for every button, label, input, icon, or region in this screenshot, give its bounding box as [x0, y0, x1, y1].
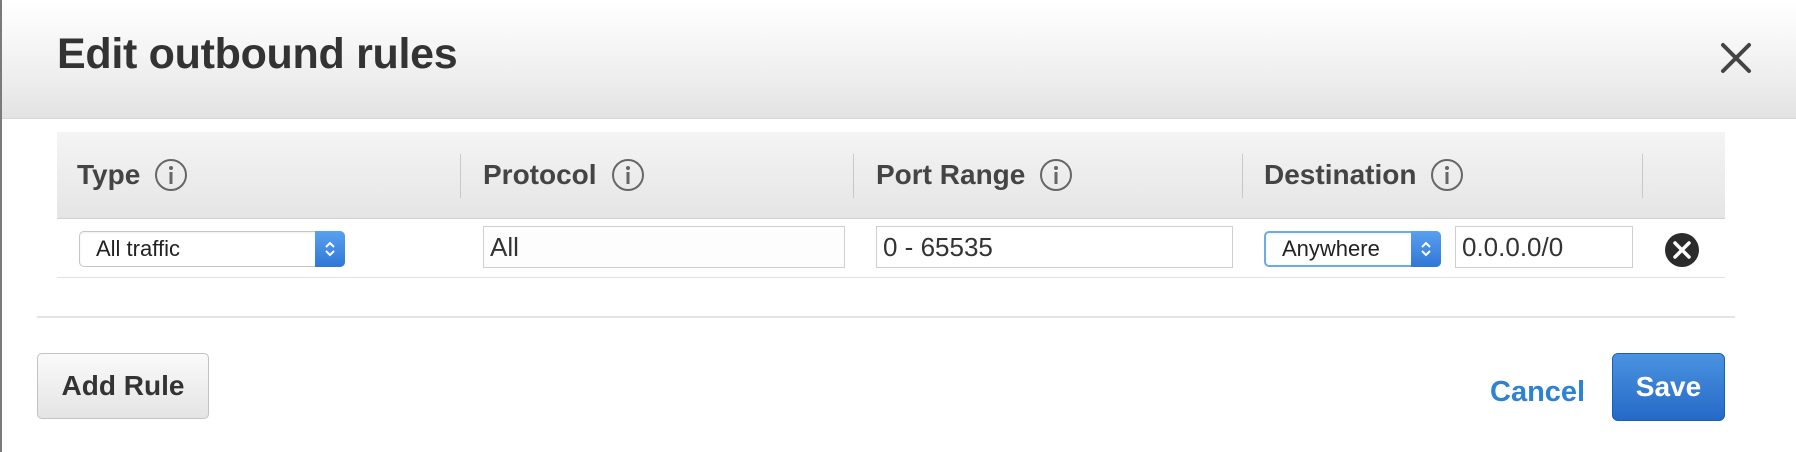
column-separator [1242, 154, 1243, 198]
info-icon[interactable] [611, 158, 645, 192]
destination-type-value: Anywhere [1282, 236, 1380, 261]
column-separator [1642, 154, 1643, 198]
column-header-port-range: Port Range [876, 132, 1073, 218]
column-separator [460, 154, 461, 198]
destination-cidr-field[interactable]: 0.0.0.0/0 [1455, 226, 1633, 268]
remove-circle-icon[interactable] [1664, 232, 1700, 268]
column-label: Type [77, 159, 141, 190]
column-separator [853, 154, 854, 198]
dialog-title: Edit outbound rules [57, 30, 458, 78]
select-arrows-icon[interactable] [315, 231, 345, 267]
cancel-button[interactable]: Cancel [1490, 376, 1585, 409]
close-icon[interactable] [1716, 38, 1756, 78]
table-row: All traffic All 0 - 65535 Anywhere 0.0.0… [57, 219, 1725, 278]
type-select-value: All traffic [96, 236, 180, 261]
edit-outbound-rules-dialog: Edit outbound rules Type Protocol Port R… [0, 0, 1796, 452]
column-label: Destination [1264, 159, 1417, 190]
column-header-destination: Destination [1264, 132, 1464, 218]
type-select[interactable]: All traffic [79, 231, 345, 267]
select-arrows-icon[interactable] [1411, 231, 1441, 267]
save-button[interactable]: Save [1612, 353, 1725, 421]
dialog-header: Edit outbound rules [2, 0, 1796, 119]
add-rule-button[interactable]: Add Rule [37, 353, 209, 419]
info-icon[interactable] [1039, 158, 1073, 192]
column-label: Protocol [483, 159, 597, 190]
rules-table-header: Type Protocol Port Range Destination [57, 132, 1725, 219]
column-label: Port Range [876, 159, 1026, 190]
column-header-type: Type [77, 132, 188, 218]
protocol-field[interactable]: All [483, 226, 845, 268]
destination-type-select[interactable]: Anywhere [1264, 231, 1441, 267]
info-icon[interactable] [1430, 158, 1464, 192]
info-icon[interactable] [154, 158, 188, 192]
port-range-field[interactable]: 0 - 65535 [876, 226, 1233, 268]
column-header-protocol: Protocol [483, 132, 645, 218]
footer-divider [37, 316, 1735, 318]
